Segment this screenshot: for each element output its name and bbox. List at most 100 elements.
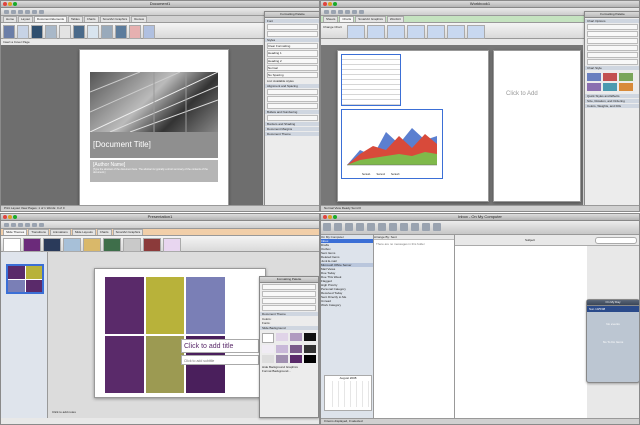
style-item[interactable]: Heading 1	[267, 50, 318, 57]
bullets-row[interactable]	[267, 115, 318, 121]
reply-all-icon[interactable]	[356, 223, 364, 231]
cover-thumb[interactable]	[45, 25, 57, 39]
calendar-grid[interactable]	[327, 381, 369, 407]
save-icon[interactable]	[18, 9, 23, 14]
bg-swatch[interactable]	[290, 355, 302, 363]
style-item[interactable]: Normal	[267, 65, 318, 71]
excel-page-2[interactable]: Click to Add	[493, 50, 581, 202]
palette-section-font[interactable]: Font	[265, 19, 319, 23]
open-icon[interactable]	[11, 9, 16, 14]
slideshow-icon[interactable]	[39, 222, 44, 227]
palette-section-chart-style[interactable]: Chart Style	[585, 66, 639, 70]
sum-icon[interactable]	[345, 9, 350, 14]
tab-animations[interactable]: Animations	[49, 229, 71, 235]
theme-thumb[interactable]	[43, 238, 61, 252]
palette-section-margins[interactable]: Document Margins	[265, 127, 319, 131]
zoom-icon[interactable]	[13, 215, 17, 219]
new-icon[interactable]	[324, 9, 329, 14]
tab-smartart[interactable]: SmartArt Graphics	[112, 229, 144, 235]
tab-sheets[interactable]: Sheets	[323, 16, 339, 22]
junk-icon[interactable]	[400, 223, 408, 231]
bg-swatch[interactable]	[304, 345, 316, 353]
data-range[interactable]	[341, 54, 401, 106]
tab-wordart[interactable]: WordArt	[386, 16, 404, 22]
style-swatch[interactable]	[587, 73, 601, 81]
tab-slide-themes[interactable]: Slide Themes	[3, 229, 28, 235]
palette-section-alignment[interactable]: Alignment and Spacing	[265, 84, 319, 88]
abstract-text[interactable]: [Type the abstract of the document here.…	[93, 168, 215, 174]
bg-swatch[interactable]	[262, 345, 274, 353]
slide-subtitle-placeholder[interactable]: Click to add subtitle	[181, 355, 259, 365]
tab-transitions[interactable]: Transitions	[28, 229, 49, 235]
word-page[interactable]: [Document Title] [Author Name] [Type the…	[79, 49, 229, 207]
cover-thumb[interactable]	[129, 25, 141, 39]
style-swatch[interactable]	[603, 83, 617, 91]
format-background-button[interactable]: Format Background...	[260, 369, 318, 373]
palette-section-theme[interactable]: Document Theme	[260, 312, 318, 316]
chart-option-row[interactable]	[587, 52, 638, 58]
palette-section-bullets[interactable]: Bullets and Numbering	[265, 110, 319, 114]
rules-icon[interactable]	[411, 223, 419, 231]
chart-thumb[interactable]	[407, 25, 425, 39]
tab-charts[interactable]: Charts	[83, 16, 99, 22]
chart-thumb[interactable]	[447, 25, 465, 39]
style-swatch[interactable]	[619, 73, 633, 81]
cover-thumb[interactable]	[59, 25, 71, 39]
palette-section-styles[interactable]: Styles	[265, 38, 319, 42]
chart-thumb[interactable]	[347, 25, 365, 39]
style-swatch[interactable]	[619, 83, 633, 91]
minimize-icon[interactable]	[8, 2, 12, 6]
reply-icon[interactable]	[345, 223, 353, 231]
slide-thumbnail[interactable]	[6, 264, 44, 294]
open-icon[interactable]	[331, 9, 336, 14]
section-icon[interactable]	[18, 222, 23, 227]
forward-icon[interactable]	[367, 223, 375, 231]
slide[interactable]: Click to add title Click to add subtitle	[94, 268, 266, 398]
style-swatch[interactable]	[587, 83, 601, 91]
new-icon[interactable]	[4, 9, 9, 14]
close-icon[interactable]	[3, 2, 7, 6]
close-icon[interactable]	[323, 215, 327, 219]
chart-option-row[interactable]	[587, 38, 638, 44]
chart-thumb[interactable]	[387, 25, 405, 39]
chart-option-row[interactable]	[587, 31, 638, 37]
tab-charts[interactable]: Charts	[339, 16, 355, 22]
tab-home[interactable]: Home	[3, 16, 18, 22]
palette-section-background[interactable]: Slide Background	[260, 326, 318, 330]
my-day-date[interactable]: Sun 10/5/08	[587, 306, 639, 312]
save-icon[interactable]	[338, 9, 343, 14]
tab-tables[interactable]: Tables	[68, 16, 83, 22]
palette-row[interactable]	[262, 305, 316, 311]
chart-icon[interactable]	[359, 9, 364, 14]
palette-row[interactable]	[262, 284, 316, 290]
theme-thumb[interactable]	[163, 238, 181, 252]
bg-swatch[interactable]	[290, 345, 302, 353]
chart-thumb[interactable]	[427, 25, 445, 39]
print-icon[interactable]	[25, 9, 30, 14]
cover-thumb[interactable]	[31, 25, 43, 39]
search-subject-label[interactable]: Subject	[525, 238, 535, 242]
tab-review[interactable]: Review	[131, 16, 148, 22]
theme-thumb[interactable]	[3, 238, 21, 252]
delete-icon[interactable]	[334, 223, 342, 231]
undo-icon[interactable]	[32, 9, 37, 14]
redo-icon[interactable]	[39, 9, 44, 14]
zoom-icon[interactable]	[13, 2, 17, 6]
cover-thumb[interactable]	[101, 25, 113, 39]
search-input[interactable]	[595, 237, 637, 244]
theme-thumb[interactable]	[63, 238, 81, 252]
minimize-icon[interactable]	[8, 215, 12, 219]
bg-swatch[interactable]	[276, 355, 288, 363]
bg-swatch[interactable]	[262, 333, 274, 343]
tab-layout[interactable]: Layout	[18, 16, 34, 22]
cover-thumb[interactable]	[17, 25, 29, 39]
excel-sheet[interactable]: Series1 Series2 Series3	[337, 50, 489, 202]
chart-thumb[interactable]	[367, 25, 385, 39]
palette-row[interactable]	[262, 291, 316, 297]
bg-swatch[interactable]	[276, 333, 288, 341]
cover-thumb[interactable]	[143, 25, 155, 39]
click-to-add[interactable]: Click to Add	[506, 91, 538, 97]
bg-swatch[interactable]	[304, 333, 316, 341]
document-title[interactable]: [Document Title]	[90, 132, 218, 158]
folder-item[interactable]: Work Category	[321, 303, 373, 307]
